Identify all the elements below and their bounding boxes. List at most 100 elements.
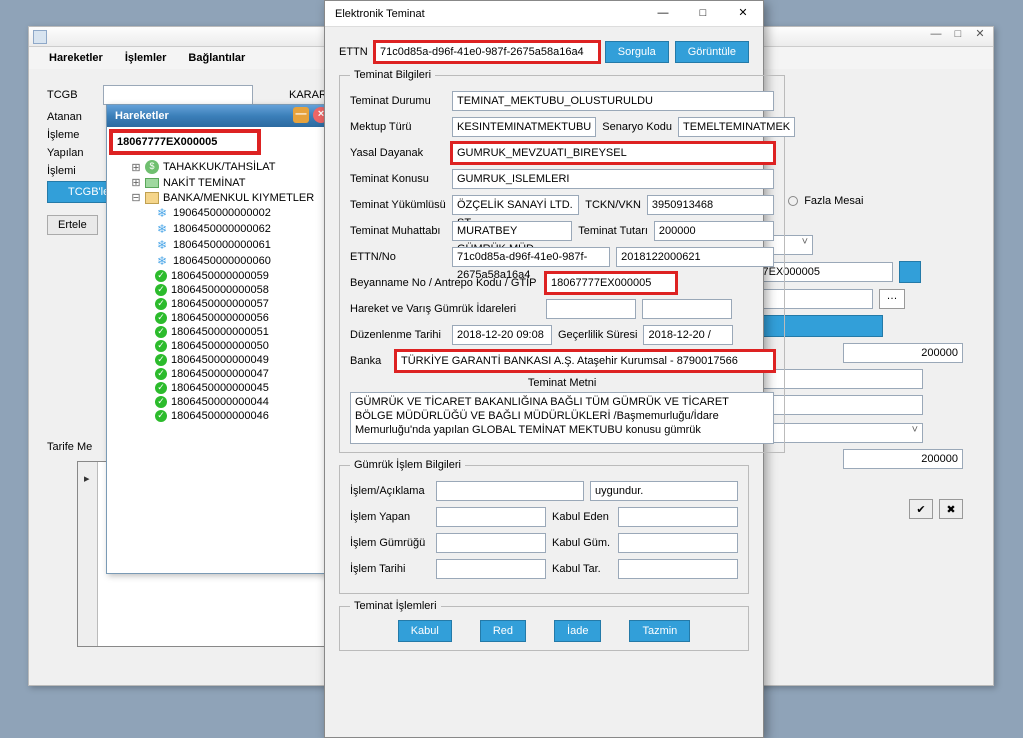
goruntule-button[interactable]: Görüntüle bbox=[675, 41, 749, 63]
yukum-label: Teminat Yükümlüsü bbox=[350, 199, 446, 211]
tcgb-label: TCGB bbox=[47, 89, 97, 101]
tree-node-tahakkuk[interactable]: ⊞$TAHAKKUK/TAHSİLAT bbox=[111, 159, 329, 175]
check-icon: ✓ bbox=[155, 396, 167, 408]
aciklama-field[interactable]: uygundur. bbox=[590, 481, 738, 501]
menu-baglantilar[interactable]: Bağlantılar bbox=[188, 52, 245, 64]
dialog-title: Elektronik Teminat — □ ✕ bbox=[325, 1, 763, 27]
tree-item[interactable]: ❄1906450000000002 bbox=[111, 205, 329, 221]
hareketler-search-input[interactable] bbox=[111, 131, 259, 153]
kabul-eden-field[interactable] bbox=[618, 507, 738, 527]
islem-field[interactable] bbox=[436, 481, 584, 501]
check-icon: ✓ bbox=[155, 270, 167, 282]
fazla-mesai-label: Fazla Mesai bbox=[804, 195, 863, 207]
banka-label: Banka bbox=[350, 355, 390, 367]
beyan-field[interactable]: 18067777EX000005 bbox=[546, 273, 676, 293]
right-amount-2[interactable]: 200000 bbox=[843, 449, 963, 469]
teminat-islemleri-legend: Teminat İşlemleri bbox=[350, 600, 441, 612]
tree-item[interactable]: ✓1806450000000046 bbox=[111, 409, 329, 423]
tree-item[interactable]: ✓1806450000000058 bbox=[111, 283, 329, 297]
snowflake-icon: ❄ bbox=[155, 254, 169, 268]
cash-icon bbox=[145, 178, 159, 188]
islem-gumrugu-field[interactable] bbox=[436, 533, 546, 553]
tree-item[interactable]: ✓1806450000000051 bbox=[111, 325, 329, 339]
tazmin-button[interactable]: Tazmin bbox=[629, 620, 690, 642]
tree-item[interactable]: ✓1806450000000049 bbox=[111, 353, 329, 367]
teminat-metni-textarea[interactable]: GÜMRÜK VE TİCARET BAKANLIĞINA BAĞLI TÜM … bbox=[350, 392, 774, 444]
muhat-field[interactable]: MURATBEY GÜMRÜK MÜD bbox=[452, 221, 572, 241]
konu-label: Teminat Konusu bbox=[350, 173, 446, 185]
tree-item[interactable]: ❄1806450000000062 bbox=[111, 221, 329, 237]
ellipsis-button[interactable]: … bbox=[879, 289, 905, 309]
elektronik-teminat-dialog: Elektronik Teminat — □ ✕ ETTN 71c0d85a-d… bbox=[324, 0, 764, 738]
ettnno-field1[interactable]: 71c0d85a-d96f-41e0-987f-2675a58a16a4 bbox=[452, 247, 610, 267]
panel-minimize-icon[interactable]: — bbox=[293, 107, 309, 123]
kabul-tar-field[interactable] bbox=[618, 559, 738, 579]
konu-field[interactable]: GUMRUK_ISLEMLERI bbox=[452, 169, 774, 189]
tree-item[interactable]: ✓1806450000000044 bbox=[111, 395, 329, 409]
check-icon: ✓ bbox=[155, 312, 167, 324]
tree-node-banka[interactable]: ⊟BANKA/MENKUL KIYMETLER bbox=[111, 190, 329, 205]
ettn-field[interactable]: 71c0d85a-d96f-41e0-987f-2675a58a16a4 bbox=[375, 42, 599, 62]
tutar-field[interactable]: 200000 bbox=[654, 221, 774, 241]
grid-row-pointer-icon: ▸ bbox=[84, 472, 90, 485]
teminat-bilgileri-group: Teminat Bilgileri Teminat DurumuTEMINAT_… bbox=[339, 69, 785, 453]
check-icon: ✓ bbox=[155, 298, 167, 310]
gecer-field[interactable]: 2018-12-20 / bbox=[643, 325, 733, 345]
snowflake-icon: ❄ bbox=[155, 222, 169, 236]
maximize-icon[interactable]: □ bbox=[949, 27, 967, 43]
kabul-gum-field[interactable] bbox=[618, 533, 738, 553]
mektup-field[interactable]: KESINTEMINATMEKTUBU bbox=[452, 117, 596, 137]
yasal-field[interactable]: GUMRUK_MEVZUATI_BIREYSEL bbox=[452, 143, 774, 163]
red-button[interactable]: Red bbox=[480, 620, 526, 642]
close-icon[interactable]: ✕ bbox=[971, 27, 989, 43]
ertele-button[interactable]: Ertele bbox=[47, 215, 98, 235]
right-amount-1[interactable]: 200000 bbox=[843, 343, 963, 363]
tree-item[interactable]: ✓1806450000000057 bbox=[111, 297, 329, 311]
sorgula-button[interactable]: Sorgula bbox=[605, 41, 669, 63]
banka-field[interactable]: TÜRKİYE GARANTİ BANKASI A.Ş. Ataşehir Ku… bbox=[396, 351, 774, 371]
confirm-icon[interactable]: ✔ bbox=[909, 499, 933, 519]
yukum-field[interactable]: ÖZÇELİK SANAYİ LTD. ŞT bbox=[452, 195, 579, 215]
hareket-field2[interactable] bbox=[642, 299, 732, 319]
cancel-icon[interactable]: ✖ bbox=[939, 499, 963, 519]
ettn-label: ETTN bbox=[339, 46, 369, 58]
senaryo-label: Senaryo Kodu bbox=[602, 121, 672, 133]
hareketler-tree[interactable]: ⊞$TAHAKKUK/TAHSİLAT ⊞NAKİT TEMİNAT ⊟BANK… bbox=[107, 157, 333, 587]
islem-tarihi-field[interactable] bbox=[436, 559, 546, 579]
dialog-close-icon[interactable]: ✕ bbox=[723, 1, 763, 25]
check-icon: ✓ bbox=[155, 340, 167, 352]
menu-hareketler[interactable]: Hareketler bbox=[49, 52, 103, 64]
iade-button[interactable]: İade bbox=[554, 620, 601, 642]
tree-item[interactable]: ❄1806450000000061 bbox=[111, 237, 329, 253]
right-blue-1[interactable] bbox=[899, 261, 921, 283]
minimize-icon[interactable]: — bbox=[927, 27, 945, 43]
snowflake-icon: ❄ bbox=[155, 238, 169, 252]
tree-node-nakit[interactable]: ⊞NAKİT TEMİNAT bbox=[111, 175, 329, 190]
tree-item[interactable]: ❄1806450000000060 bbox=[111, 253, 329, 269]
folder-icon bbox=[145, 192, 159, 204]
hareketler-title: Hareketler — × bbox=[107, 105, 333, 127]
tree-item[interactable]: ✓1806450000000047 bbox=[111, 367, 329, 381]
senaryo-field[interactable]: TEMELTEMINATMEK bbox=[678, 117, 795, 137]
menu-islemler[interactable]: İşlemler bbox=[125, 52, 167, 64]
islem-yapan-field[interactable] bbox=[436, 507, 546, 527]
islem-tarihi-label: İşlem Tarihi bbox=[350, 563, 430, 575]
tckn-field[interactable]: 3950913468 bbox=[647, 195, 774, 215]
beyan-label: Beyanname No / Antrepo Kodu / GTİP bbox=[350, 277, 540, 289]
durum-field[interactable]: TEMINAT_MEKTUBU_OLUSTURULDU bbox=[452, 91, 774, 111]
dialog-minimize-icon[interactable]: — bbox=[643, 1, 683, 25]
dialog-maximize-icon[interactable]: □ bbox=[683, 1, 723, 25]
teminat-islemleri-group: Teminat İşlemleri Kabul Red İade Tazmin bbox=[339, 600, 749, 651]
hareket-field1[interactable] bbox=[546, 299, 636, 319]
tree-item[interactable]: ✓1806450000000056 bbox=[111, 311, 329, 325]
tree-item[interactable]: ✓1806450000000045 bbox=[111, 381, 329, 395]
kabul-button[interactable]: Kabul bbox=[398, 620, 452, 642]
muhat-label: Teminat Muhattabı bbox=[350, 225, 446, 237]
tcgb-field[interactable] bbox=[103, 85, 253, 105]
durum-label: Teminat Durumu bbox=[350, 95, 446, 107]
tree-item[interactable]: ✓1806450000000059 bbox=[111, 269, 329, 283]
ettnno-field2[interactable]: 2018122000621 bbox=[616, 247, 774, 267]
duz-field[interactable]: 2018-12-20 09:08 bbox=[452, 325, 552, 345]
tree-item[interactable]: ✓1806450000000050 bbox=[111, 339, 329, 353]
fazla-mesai-radio[interactable] bbox=[788, 196, 798, 206]
